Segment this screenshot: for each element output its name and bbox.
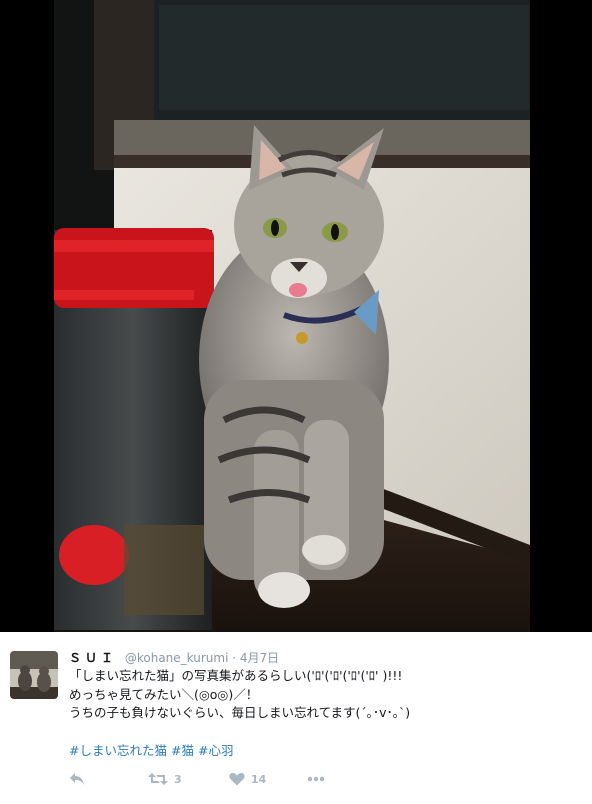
tweet-header: ＳＵＩ @kohane_kurumi · 4月7日 — [69, 650, 279, 666]
hashtag-link[interactable]: #猫 — [171, 743, 194, 758]
avatar[interactable] — [10, 651, 58, 699]
heart-icon — [229, 773, 245, 786]
tweet-text-line: うちの子も負けないぐらい、毎日しまい忘れてます(´｡･v･｡`) — [69, 705, 411, 721]
retweet-button[interactable]: 3 — [148, 769, 182, 789]
hashtag-link[interactable]: #しまい忘れた猫 — [69, 743, 167, 758]
more-icon — [307, 776, 325, 782]
tweet-text: 「しまい忘れた猫」の写真集があるらしい('ﾛ'('ﾛ'('ﾛ'('ﾛ' )!!!… — [69, 667, 579, 723]
tweet-text-line: めっちゃ見てみたい＼(◎o◎)／！ — [69, 686, 259, 702]
like-count: 14 — [251, 772, 267, 786]
tweet-text-line: 「しまい忘れた猫」の写真集があるらしい('ﾛ'('ﾛ'('ﾛ'('ﾛ' )!!! — [69, 668, 403, 683]
reply-icon — [70, 773, 84, 785]
cat-photo[interactable] — [54, 0, 530, 632]
tweet-date[interactable]: 4月7日 — [240, 651, 279, 665]
like-button[interactable]: 14 — [229, 769, 266, 789]
hashtag-list: #しまい忘れた猫 #猫 #心羽 — [69, 740, 237, 759]
reply-button[interactable] — [69, 769, 85, 789]
header-separator: · — [232, 651, 237, 665]
tweet: ＳＵＩ @kohane_kurumi · 4月7日 「しまい忘れた猫」の写真集が… — [0, 632, 592, 804]
retweet-count: 3 — [174, 772, 182, 786]
hashtag-link[interactable]: #心羽 — [198, 743, 233, 758]
avatar-image — [10, 651, 58, 699]
more-button[interactable] — [307, 769, 325, 789]
display-name[interactable]: ＳＵＩ — [69, 651, 117, 665]
user-handle[interactable]: @kohane_kurumi — [125, 651, 229, 665]
tweet-photo-frame[interactable] — [0, 0, 592, 632]
retweet-icon — [148, 773, 168, 785]
tweet-actions: 3 14 — [69, 769, 369, 789]
